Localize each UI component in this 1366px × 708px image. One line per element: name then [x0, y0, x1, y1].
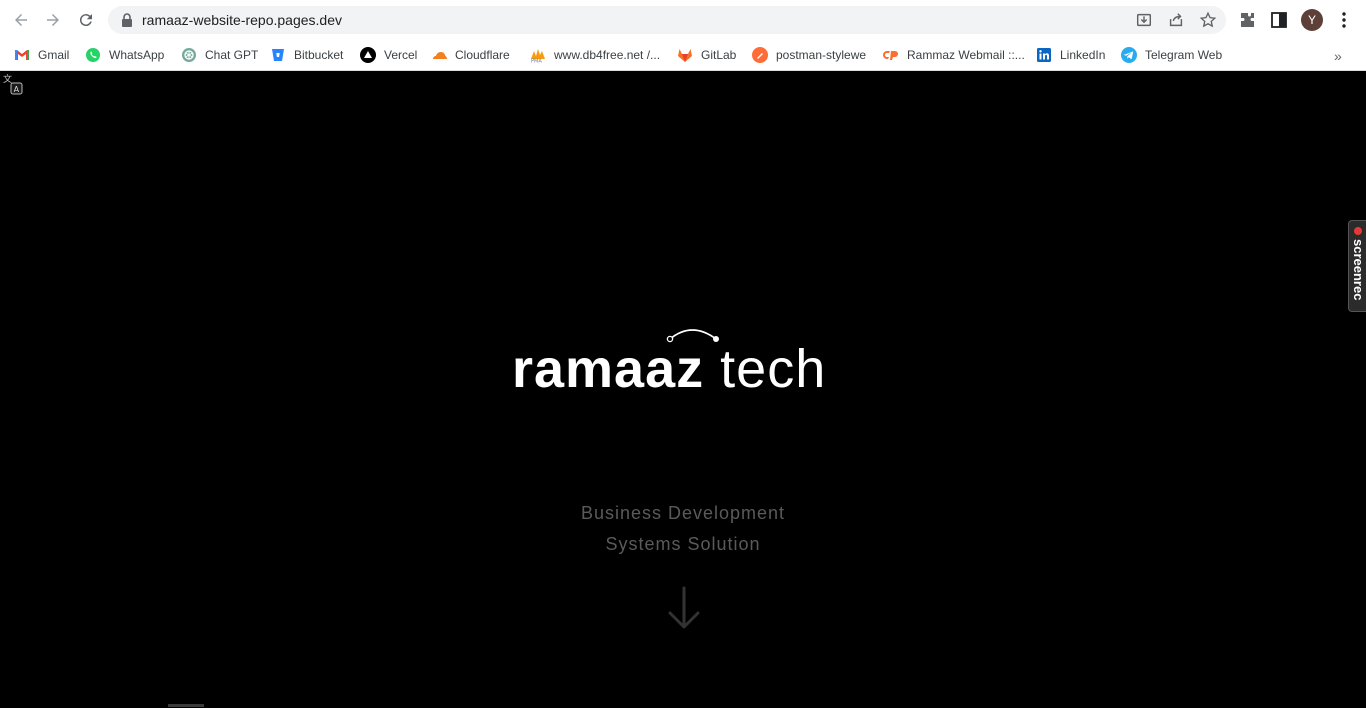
- forward-button[interactable]: [41, 8, 65, 32]
- bookmark-db4free[interactable]: PMA www.db4free.net /...: [530, 43, 660, 67]
- gmail-icon: [14, 47, 30, 63]
- logo-bold-text: ramaaz: [512, 339, 705, 399]
- svg-text:A: A: [14, 85, 20, 94]
- bookmark-bitbucket[interactable]: Bitbucket: [270, 43, 343, 67]
- bookmark-label: GitLab: [701, 48, 737, 62]
- bookmark-label: Telegram Web: [1145, 48, 1223, 62]
- tagline-line-2: Systems Solution: [605, 534, 761, 554]
- bookmarks-bar: Gmail WhatsApp Chat GPT Bitbucket Vercel…: [0, 40, 1366, 71]
- logo-light-text: tech: [720, 339, 827, 399]
- lock-icon: [122, 13, 132, 27]
- bookmark-label: Cloudflare: [455, 48, 510, 62]
- screenrec-label: screenrec: [1351, 239, 1366, 301]
- logo-wordmark: ramaaz tech: [512, 339, 826, 399]
- bookmark-label: WhatsApp: [109, 48, 165, 62]
- bookmark-whatsapp[interactable]: WhatsApp: [85, 43, 164, 67]
- telegram-icon: [1121, 47, 1137, 63]
- brand-logo: ramaaz tech: [512, 321, 857, 401]
- vercel-icon: [360, 47, 376, 63]
- bookmark-postman[interactable]: postman-stylewe: [752, 43, 866, 67]
- postman-icon: [752, 47, 768, 63]
- url-text: ramaaz-website-repo.pages.dev: [142, 12, 342, 28]
- back-button[interactable]: [9, 8, 33, 32]
- bitbucket-icon: [270, 47, 286, 63]
- bookmark-chatgpt[interactable]: Chat GPT: [181, 43, 258, 67]
- kebab-menu-icon[interactable]: [1334, 10, 1354, 30]
- extensions-puzzle-icon[interactable]: [1237, 10, 1257, 30]
- whatsapp-icon: [85, 47, 101, 63]
- scroll-indicator: [168, 704, 204, 707]
- translate-icon[interactable]: 文 A: [2, 73, 24, 95]
- bookmark-vercel[interactable]: Vercel: [360, 43, 417, 67]
- bookmark-label: Gmail: [38, 48, 70, 62]
- bookmark-label: Bitbucket: [294, 48, 344, 62]
- gitlab-icon: [677, 47, 693, 63]
- reload-icon: [79, 14, 92, 27]
- bookmark-label: LinkedIn: [1060, 48, 1106, 62]
- share-icon[interactable]: [1167, 11, 1185, 29]
- hero-tagline: Business Development Systems Solution: [483, 498, 883, 560]
- screenrec-extension-tab[interactable]: screenrec: [1348, 220, 1366, 312]
- bookmark-telegram[interactable]: Telegram Web: [1121, 43, 1222, 67]
- browser-toolbar: ramaaz-website-repo.pages.dev Y: [0, 0, 1366, 40]
- bookmark-gitlab[interactable]: GitLab: [677, 43, 736, 67]
- scroll-down-arrow-icon[interactable]: [665, 585, 703, 631]
- reload-button[interactable]: [74, 8, 98, 32]
- profile-avatar[interactable]: Y: [1301, 9, 1323, 31]
- linkedin-icon: [1036, 47, 1052, 63]
- phpmyadmin-icon: PMA: [530, 47, 546, 63]
- bookmark-star-icon[interactable]: [1199, 11, 1217, 29]
- page-viewport: 文 A screenrec ramaaz tech Business Devel…: [0, 71, 1366, 708]
- bookmark-label: Vercel: [384, 48, 418, 62]
- bookmark-cloudflare[interactable]: Cloudflare: [431, 43, 510, 67]
- chatgpt-icon: [181, 47, 197, 63]
- bookmark-label: postman-stylewe: [776, 48, 867, 62]
- more-bookmarks-chevron-icon[interactable]: »: [1334, 48, 1342, 64]
- svg-text:PMA: PMA: [531, 59, 542, 64]
- tagline-line-1: Business Development: [580, 503, 786, 523]
- bookmark-linkedin[interactable]: LinkedIn: [1036, 43, 1105, 67]
- record-dot-icon: [1354, 227, 1362, 235]
- bookmark-label: www.db4free.net /...: [554, 48, 661, 62]
- bookmark-label: Chat GPT: [205, 48, 259, 62]
- cpanel-icon: [883, 47, 899, 63]
- forward-arrow-icon: [47, 14, 59, 26]
- bookmark-label: Rammaz Webmail ::...: [907, 48, 1025, 62]
- cloudflare-icon: [431, 47, 447, 63]
- bookmark-webmail[interactable]: Rammaz Webmail ::...: [883, 43, 1025, 67]
- back-arrow-icon: [15, 14, 27, 26]
- bookmark-gmail[interactable]: Gmail: [14, 43, 69, 67]
- install-app-icon[interactable]: [1135, 11, 1153, 29]
- address-bar[interactable]: ramaaz-website-repo.pages.dev: [108, 6, 1226, 34]
- side-panel-icon[interactable]: [1269, 10, 1289, 30]
- svg-text:文: 文: [3, 73, 12, 85]
